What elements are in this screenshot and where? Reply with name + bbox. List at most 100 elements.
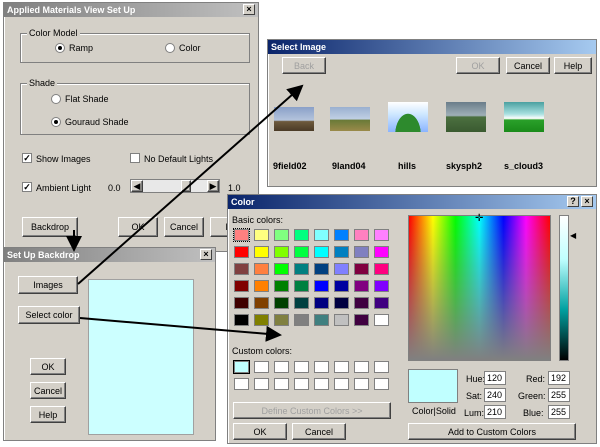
custom-color-swatch[interactable] xyxy=(374,361,389,373)
basic-color-swatch[interactable] xyxy=(334,263,349,275)
basic-color-swatch[interactable] xyxy=(254,246,269,258)
backdrop-button[interactable]: Backdrop xyxy=(22,217,78,237)
basic-color-swatch[interactable] xyxy=(334,280,349,292)
basic-color-swatch[interactable] xyxy=(314,280,329,292)
basic-color-swatch[interactable] xyxy=(314,246,329,258)
basic-color-swatch[interactable] xyxy=(354,246,369,258)
basic-color-swatch[interactable] xyxy=(374,229,389,241)
custom-color-swatch[interactable] xyxy=(354,378,369,390)
basic-color-swatch[interactable] xyxy=(234,280,249,292)
basic-color-swatch[interactable] xyxy=(274,280,289,292)
basic-color-swatch[interactable] xyxy=(254,263,269,275)
basic-color-swatch[interactable] xyxy=(354,280,369,292)
backdrop-close-icon[interactable]: × xyxy=(200,249,212,260)
custom-color-swatch[interactable] xyxy=(314,361,329,373)
custom-color-swatch[interactable] xyxy=(233,360,250,374)
basic-color-swatch[interactable] xyxy=(294,297,309,309)
basic-color-swatch[interactable] xyxy=(314,314,329,326)
basic-color-swatch[interactable] xyxy=(254,297,269,309)
basic-color-swatch[interactable] xyxy=(234,246,249,258)
basic-color-swatch[interactable] xyxy=(274,263,289,275)
select-image-help-button[interactable]: Help xyxy=(554,57,592,74)
no-default-lights-checkbox[interactable] xyxy=(130,153,140,163)
color-radio[interactable] xyxy=(165,43,175,53)
select-image-cancel-button[interactable]: Cancel xyxy=(506,57,550,74)
basic-color-swatch[interactable] xyxy=(274,314,289,326)
basic-color-swatch[interactable] xyxy=(233,228,250,242)
basic-color-swatch[interactable] xyxy=(354,297,369,309)
cancel-button[interactable]: Cancel xyxy=(164,217,204,237)
basic-color-swatch[interactable] xyxy=(354,263,369,275)
custom-color-swatch[interactable] xyxy=(294,361,309,373)
basic-color-swatch[interactable] xyxy=(294,263,309,275)
custom-color-swatch[interactable] xyxy=(374,378,389,390)
backdrop-ok-button[interactable]: OK xyxy=(30,358,66,375)
image-thumb-hills[interactable] xyxy=(388,102,428,132)
basic-color-swatch[interactable] xyxy=(294,314,309,326)
basic-color-swatch[interactable] xyxy=(314,263,329,275)
basic-color-swatch[interactable] xyxy=(334,314,349,326)
basic-color-swatch[interactable] xyxy=(374,246,389,258)
basic-color-swatch[interactable] xyxy=(254,314,269,326)
basic-color-swatch[interactable] xyxy=(274,229,289,241)
image-thumb-s-cloud3[interactable] xyxy=(504,102,544,132)
backdrop-cancel-button[interactable]: Cancel xyxy=(30,382,66,399)
red-field[interactable]: 192 xyxy=(548,371,570,385)
ambient-light-checkbox[interactable]: ✓ xyxy=(22,182,32,192)
basic-color-swatch[interactable] xyxy=(374,297,389,309)
image-thumb-9land04[interactable] xyxy=(330,107,370,131)
luminance-arrow-icon[interactable]: ◀ xyxy=(570,231,576,240)
custom-color-swatch[interactable] xyxy=(254,361,269,373)
custom-color-swatch[interactable] xyxy=(314,378,329,390)
custom-color-swatch[interactable] xyxy=(354,361,369,373)
ok-button[interactable]: OK xyxy=(118,217,158,237)
custom-color-swatch[interactable] xyxy=(334,361,349,373)
green-field[interactable]: 255 xyxy=(548,388,570,402)
image-thumb-skysph2[interactable] xyxy=(446,102,486,132)
sat-field[interactable]: 240 xyxy=(484,388,506,402)
basic-color-swatch[interactable] xyxy=(314,297,329,309)
help-question-icon[interactable]: ? xyxy=(567,196,579,207)
color-close-icon[interactable]: × xyxy=(581,196,593,207)
select-color-button[interactable]: Select color xyxy=(18,306,80,324)
basic-color-swatch[interactable] xyxy=(234,263,249,275)
basic-color-swatch[interactable] xyxy=(254,229,269,241)
luminance-bar[interactable] xyxy=(559,215,569,361)
blue-field[interactable]: 255 xyxy=(548,405,570,419)
back-button[interactable]: Back xyxy=(282,57,326,74)
slider-left-arrow-icon[interactable]: ◀ xyxy=(131,180,143,192)
basic-color-swatch[interactable] xyxy=(294,246,309,258)
color-cancel-button[interactable]: Cancel xyxy=(292,423,346,440)
color-ok-button[interactable]: OK xyxy=(233,423,287,440)
add-to-custom-colors-button[interactable]: Add to Custom Colors xyxy=(408,423,576,440)
custom-color-swatch[interactable] xyxy=(334,378,349,390)
basic-color-swatch[interactable] xyxy=(374,280,389,292)
basic-color-swatch[interactable] xyxy=(334,229,349,241)
custom-color-swatch[interactable] xyxy=(254,378,269,390)
close-icon[interactable]: × xyxy=(243,4,255,15)
basic-color-swatch[interactable] xyxy=(354,314,369,326)
slider-right-arrow-icon[interactable]: ▶ xyxy=(207,180,219,192)
image-thumb-9field02[interactable] xyxy=(274,107,314,131)
basic-color-swatch[interactable] xyxy=(234,314,249,326)
custom-color-swatch[interactable] xyxy=(274,378,289,390)
basic-color-swatch[interactable] xyxy=(294,229,309,241)
basic-color-swatch[interactable] xyxy=(274,246,289,258)
custom-color-swatch[interactable] xyxy=(294,378,309,390)
basic-color-swatch[interactable] xyxy=(334,297,349,309)
basic-color-swatch[interactable] xyxy=(314,229,329,241)
images-button[interactable]: Images xyxy=(18,276,78,294)
slider-thumb[interactable] xyxy=(181,180,191,192)
lum-field[interactable]: 210 xyxy=(484,405,506,419)
custom-color-swatch[interactable] xyxy=(234,378,249,390)
basic-color-swatch[interactable] xyxy=(294,280,309,292)
ramp-radio[interactable] xyxy=(55,43,65,53)
define-custom-colors-button[interactable]: Define Custom Colors >> xyxy=(233,402,391,419)
gouraud-shade-radio[interactable] xyxy=(51,117,61,127)
basic-color-swatch[interactable] xyxy=(354,229,369,241)
basic-color-swatch[interactable] xyxy=(234,297,249,309)
basic-color-swatch[interactable] xyxy=(374,314,389,326)
show-images-checkbox[interactable]: ✓ xyxy=(22,153,32,163)
custom-color-swatch[interactable] xyxy=(274,361,289,373)
select-image-ok-button[interactable]: OK xyxy=(456,57,500,74)
